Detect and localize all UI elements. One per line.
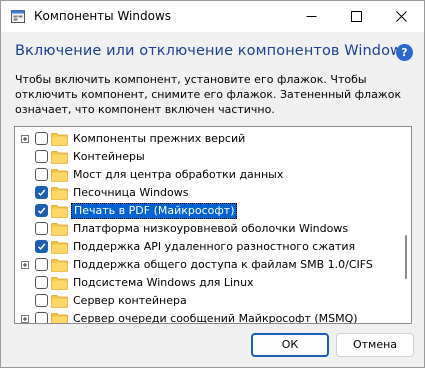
feature-row[interactable]: Песочница Windows — [15, 184, 399, 202]
maximize-icon — [351, 11, 362, 22]
folder-icon — [51, 277, 68, 290]
feature-checkbox[interactable] — [35, 168, 48, 181]
cancel-button[interactable]: Отмена — [336, 333, 414, 357]
windows-features-icon — [11, 10, 25, 23]
feature-checkbox[interactable] — [35, 276, 48, 289]
folder-icon — [51, 313, 68, 323]
minimize-icon — [306, 16, 317, 17]
feature-row[interactable]: Поддержка API удаленного разностного сжа… — [15, 238, 399, 256]
folder-icon — [51, 223, 68, 236]
folder-icon — [51, 169, 68, 182]
title-bar[interactable]: Компоненты Windows — [1, 1, 424, 32]
feature-checkbox[interactable] — [35, 312, 48, 323]
dialog-heading: Включение или отключение компонентов Win… — [15, 43, 410, 59]
feature-row[interactable]: Платформа низкоуровневой оболочки Window… — [15, 220, 399, 238]
instructions-text: Чтобы включить компонент, установите его… — [15, 73, 402, 116]
feature-checkbox[interactable] — [35, 186, 48, 199]
folder-icon — [51, 151, 68, 164]
folder-icon — [51, 241, 68, 254]
feature-checkbox[interactable] — [35, 132, 48, 145]
feature-label[interactable]: Песочница Windows — [71, 186, 190, 199]
plus-expander-icon[interactable] — [21, 315, 29, 323]
ok-button[interactable]: ОК — [251, 333, 329, 357]
window-title: Компоненты Windows — [34, 9, 172, 23]
feature-label[interactable]: Мост для центра обработки данных — [71, 168, 285, 181]
checkmark-icon — [37, 189, 46, 197]
feature-label[interactable]: Подсистема Windows для Linux — [71, 276, 256, 289]
folder-icon — [51, 205, 68, 218]
feature-row[interactable]: Сервер контейнера — [15, 292, 399, 310]
feature-row[interactable]: Поддержка общего доступа к файлам SMB 1.… — [15, 256, 399, 274]
folder-icon — [51, 133, 68, 146]
feature-label[interactable]: Сервер контейнера — [71, 294, 189, 307]
feature-row[interactable]: Сервер очереди сообщений Майкрософт (MSM… — [15, 310, 399, 323]
minimize-button[interactable] — [289, 1, 334, 32]
plus-expander-icon[interactable] — [21, 261, 29, 269]
close-icon — [396, 11, 407, 22]
close-button[interactable] — [379, 1, 424, 32]
checkmark-icon — [37, 207, 46, 215]
feature-checkbox[interactable] — [35, 258, 48, 271]
plus-expander-icon[interactable] — [21, 135, 29, 143]
feature-label[interactable]: Платформа низкоуровневой оболочки Window… — [71, 222, 350, 235]
feature-checkbox[interactable] — [35, 240, 48, 253]
feature-label[interactable]: Контейнеры — [71, 150, 147, 163]
feature-label[interactable]: Сервер очереди сообщений Майкрософт (MSM… — [71, 312, 360, 323]
feature-checkbox[interactable] — [35, 150, 48, 163]
vertical-scrollbar[interactable] — [403, 131, 409, 319]
folder-icon — [51, 295, 68, 308]
feature-checkbox[interactable] — [35, 222, 48, 235]
help-icon[interactable]: ? — [396, 44, 413, 61]
features-tree[interactable]: Компоненты прежних версий Контейнеры Мост … — [14, 126, 412, 324]
dialog-window: Компоненты Windows Включение или отключе… — [0, 0, 425, 368]
feature-row[interactable]: Подсистема Windows для Linux — [15, 274, 399, 292]
feature-row[interactable]: Печать в PDF (Майкрософт) — [15, 202, 399, 220]
feature-checkbox[interactable] — [35, 294, 48, 307]
folder-icon — [51, 259, 68, 272]
maximize-button[interactable] — [334, 1, 379, 32]
feature-label[interactable]: Печать в PDF (Майкрософт) — [71, 203, 238, 219]
feature-row[interactable]: Компоненты прежних версий — [15, 130, 399, 148]
feature-row[interactable]: Контейнеры — [15, 148, 399, 166]
checkmark-icon — [37, 243, 46, 251]
feature-label[interactable]: Поддержка API удаленного разностного сжа… — [71, 240, 357, 253]
feature-row[interactable]: Мост для центра обработки данных — [15, 166, 399, 184]
feature-label[interactable]: Поддержка общего доступа к файлам SMB 1.… — [71, 258, 375, 271]
feature-checkbox[interactable] — [35, 204, 48, 217]
folder-icon — [51, 187, 68, 200]
feature-label[interactable]: Компоненты прежних версий — [71, 132, 247, 145]
scrollbar-thumb[interactable] — [405, 235, 407, 279]
